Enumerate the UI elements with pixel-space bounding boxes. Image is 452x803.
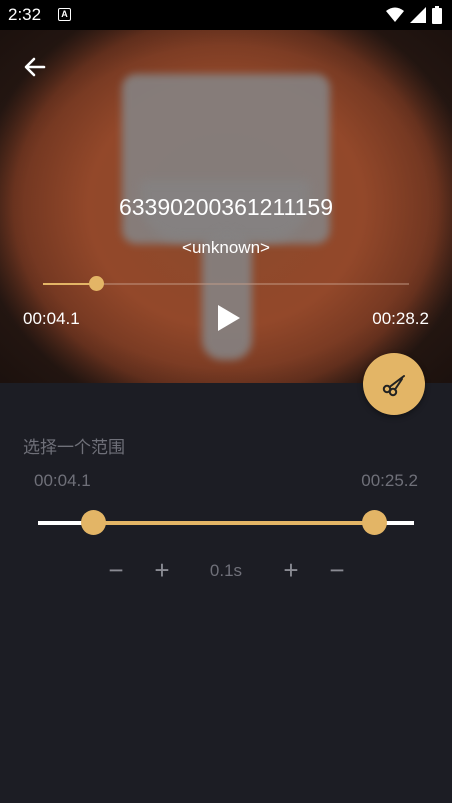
range-selected [92,521,375,525]
notification-icon: A [58,8,71,21]
total-duration: 00:28.2 [372,309,429,328]
range-end-time: 00:25.2 [361,471,418,490]
range-slider[interactable] [38,510,414,535]
seek-progress [43,283,97,285]
play-icon[interactable] [216,304,242,332]
back-arrow-icon[interactable] [20,52,50,82]
cut-button[interactable] [363,353,425,415]
video-player[interactable]: 63390200361211159 <unknown> 00:04.1 00:2… [0,30,452,383]
media-artist: <unknown> [182,238,270,257]
seek-thumb[interactable] [89,276,105,291]
status-time: 2:32 [8,5,42,24]
signal-icon [410,7,426,23]
wifi-icon [386,7,404,22]
battery-icon [432,6,442,24]
status-icons [386,6,442,24]
start-increase-button[interactable]: + [150,557,174,583]
start-decrease-button[interactable]: − [104,557,128,583]
status-bar: 2:32 A [0,0,452,30]
end-increase-button[interactable]: + [279,557,303,583]
scissors-icon [382,375,405,397]
range-start-handle[interactable] [80,510,106,535]
end-decrease-button[interactable]: − [325,557,349,583]
step-value: 0.1s [209,561,243,580]
range-start-time: 00:04.1 [34,471,91,490]
seek-bar[interactable] [43,276,409,291]
range-section-label: 选择一个范围 [23,438,125,457]
media-title: 63390200361211159 [118,194,334,220]
current-time: 00:04.1 [23,309,80,328]
range-end-handle[interactable] [362,510,388,535]
